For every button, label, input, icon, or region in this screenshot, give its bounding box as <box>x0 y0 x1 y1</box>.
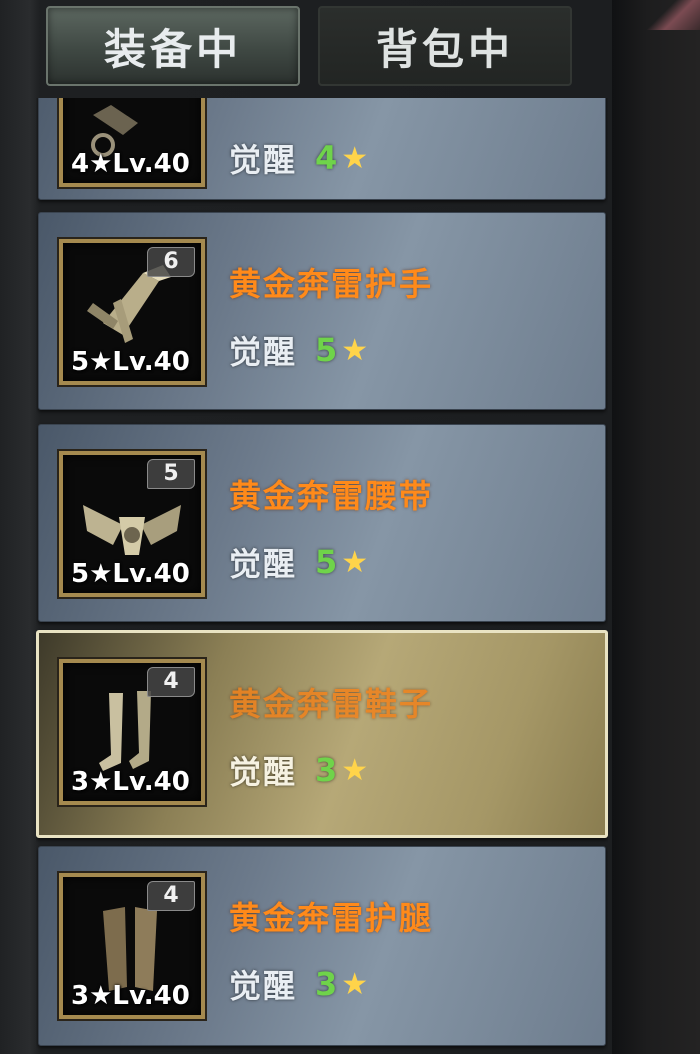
tab-backpack-label: 背包中 <box>375 24 514 74</box>
level-caption: 3★Lv.40 <box>71 981 190 1011</box>
awaken-label: 觉醒 <box>229 141 298 179</box>
awaken-label: 觉醒 <box>229 545 298 583</box>
item-count-badge: 4 <box>147 667 195 697</box>
item-name: 黄金奔雷鞋子 <box>229 685 434 723</box>
awaken-label: 觉醒 <box>229 753 298 791</box>
level-caption: 5★Lv.40 <box>71 347 190 377</box>
tab-backpack[interactable]: 背包中 <box>318 6 572 86</box>
item-name: 黄金奔雷护腿 <box>229 899 434 937</box>
equipment-card[interactable]: 6 5★Lv.40 黄金奔雷护手 觉醒 5 ★ <box>38 212 606 410</box>
level-caption: 5★Lv.40 <box>71 559 190 589</box>
item-icon-frame: 4 3★Lv.40 <box>59 659 205 805</box>
awaken-level: 5 <box>315 543 338 581</box>
item-icon-frame: 6 5★Lv.40 <box>59 239 205 385</box>
awaken-level: 4 <box>315 139 338 177</box>
item-name: 黄金奔雷护手 <box>229 265 434 303</box>
item-icon-frame: 4 3★Lv.40 <box>59 873 205 1019</box>
awaken-level: 3 <box>315 965 338 1003</box>
awaken-label: 觉醒 <box>229 333 298 371</box>
level-caption: 4★Lv.40 <box>71 149 190 179</box>
star-icon: ★ <box>341 752 369 788</box>
star-icon: ★ <box>341 544 369 580</box>
item-count-badge: 4 <box>147 881 195 911</box>
awaken-row: 觉醒 4 ★ <box>229 135 368 181</box>
corner-decoration <box>640 0 700 30</box>
tab-equipped-label: 装备中 <box>103 24 242 74</box>
equipment-card[interactable]: 4 3★Lv.40 黄金奔雷护腿 觉醒 3 ★ <box>38 846 606 1046</box>
star-icon: ★ <box>341 332 369 368</box>
item-name: 黄金奔雷腰带 <box>229 477 434 515</box>
awaken-row: 觉醒 3 ★ <box>229 961 368 1007</box>
awaken-row: 觉醒 3 ★ <box>229 747 368 793</box>
awaken-row: 觉醒 5 ★ <box>229 327 368 373</box>
equipment-card[interactable]: 5 5★Lv.40 黄金奔雷腰带 觉醒 5 ★ <box>38 424 606 622</box>
star-icon: ★ <box>341 966 369 1002</box>
star-icon: ★ <box>341 140 369 176</box>
equipment-panel: 装备中 背包中 4★Lv.40 觉醒 4 ★ 6 5★Lv.40 黄金奔雷护手 … <box>0 0 700 1054</box>
tab-equipped[interactable]: 装备中 <box>46 6 300 86</box>
equipment-list[interactable]: 4★Lv.40 觉醒 4 ★ 6 5★Lv.40 黄金奔雷护手 觉醒 5 ★ 5… <box>36 98 608 1054</box>
equipment-card[interactable]: 4★Lv.40 觉醒 4 ★ <box>38 98 606 200</box>
item-count-badge: 6 <box>147 247 195 277</box>
item-icon-frame: 5 5★Lv.40 <box>59 451 205 597</box>
awaken-row: 觉醒 5 ★ <box>229 539 368 585</box>
item-icon-frame: 4★Lv.40 <box>59 98 205 187</box>
awaken-level: 5 <box>315 331 338 369</box>
awaken-label: 觉醒 <box>229 967 298 1005</box>
level-caption: 3★Lv.40 <box>71 767 190 797</box>
awaken-level: 3 <box>315 751 338 789</box>
panel-right-edge <box>612 0 700 1054</box>
equipment-card-selected[interactable]: 4 3★Lv.40 黄金奔雷鞋子 觉醒 3 ★ <box>36 630 608 838</box>
item-count-badge: 5 <box>147 459 195 489</box>
